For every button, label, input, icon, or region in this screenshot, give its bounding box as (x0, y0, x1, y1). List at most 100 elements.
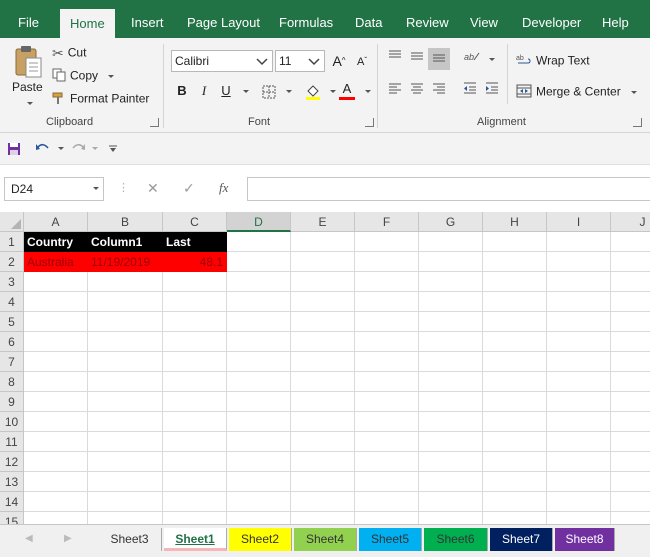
grid-cell[interactable] (483, 272, 547, 292)
grid-cell[interactable] (547, 512, 611, 524)
grid-cell[interactable] (227, 292, 291, 312)
row-header[interactable]: 13 (0, 472, 24, 492)
grid-cell[interactable] (291, 232, 355, 252)
column-header-b[interactable]: B (88, 212, 163, 232)
grid-cell[interactable] (419, 232, 483, 252)
grid-cell[interactable] (611, 452, 650, 472)
grid-cell[interactable] (547, 292, 611, 312)
grid-cell[interactable] (227, 332, 291, 352)
grid-cell[interactable] (547, 492, 611, 512)
grid-cell[interactable] (611, 232, 650, 252)
grid-cell[interactable] (611, 332, 650, 352)
top-align-button[interactable] (384, 48, 406, 70)
grid-cell[interactable] (611, 252, 650, 272)
paste-label[interactable]: Paste (12, 80, 43, 94)
grid-cell[interactable] (88, 352, 163, 372)
grid-cell[interactable] (227, 452, 291, 472)
grid-cell[interactable] (611, 272, 650, 292)
row-header[interactable]: 14 (0, 492, 24, 512)
grid-cell[interactable] (291, 352, 355, 372)
grid-cell[interactable] (227, 412, 291, 432)
sheet-tab-sheet3[interactable]: Sheet3 (98, 528, 162, 551)
grid-cell[interactable] (24, 372, 88, 392)
grid-cell[interactable] (163, 312, 227, 332)
grid-cell[interactable] (419, 392, 483, 412)
grid-cell[interactable] (355, 432, 419, 452)
grid-cell[interactable] (24, 292, 88, 312)
grid-cell[interactable] (419, 412, 483, 432)
decrease-indent-button[interactable] (459, 80, 481, 102)
column-header-h[interactable]: H (483, 212, 547, 232)
select-all-button[interactable] (0, 212, 24, 232)
sheet-tab-sheet4[interactable]: Sheet4 (294, 528, 357, 551)
tab-file[interactable]: File (18, 0, 39, 38)
grid-cell[interactable] (611, 392, 650, 412)
sheet-tab-sheet1[interactable]: Sheet1 (164, 528, 227, 551)
enter-icon[interactable]: ✓ (183, 180, 195, 197)
grid-cell[interactable] (24, 312, 88, 332)
tab-formulas[interactable]: Formulas (279, 0, 333, 38)
scroll-left-icon[interactable]: ◀ (25, 533, 33, 544)
grid-cell[interactable] (547, 392, 611, 412)
grid-cell[interactable] (227, 512, 291, 524)
grid-cell[interactable] (163, 352, 227, 372)
grid-cell[interactable] (419, 512, 483, 524)
grid-cell[interactable] (291, 372, 355, 392)
borders-button[interactable] (258, 80, 280, 102)
clipboard-launcher-icon[interactable] (150, 118, 159, 127)
name-box[interactable]: D24 (4, 177, 104, 201)
grid-cell[interactable] (355, 492, 419, 512)
grid-cell[interactable] (291, 332, 355, 352)
grid-cell[interactable] (355, 312, 419, 332)
grid-cell[interactable] (611, 312, 650, 332)
column-header-c[interactable]: C (163, 212, 227, 232)
orientation-button[interactable]: ab (461, 48, 483, 70)
grid-cell[interactable] (483, 512, 547, 524)
grid-cell[interactable] (611, 412, 650, 432)
grid-cell[interactable] (483, 352, 547, 372)
sheet-tab-sheet6[interactable]: Sheet6 (424, 528, 488, 551)
column-header-g[interactable]: G (419, 212, 483, 232)
increase-indent-button[interactable] (481, 80, 503, 102)
row-header[interactable]: 12 (0, 452, 24, 472)
grid-cell[interactable] (163, 412, 227, 432)
grid-cell[interactable] (547, 372, 611, 392)
grid-cell[interactable] (163, 292, 227, 312)
grid-cell[interactable] (483, 392, 547, 412)
grid-cell[interactable] (163, 472, 227, 492)
grid-cell[interactable] (88, 392, 163, 412)
grid-cell[interactable] (483, 232, 547, 252)
grid-cell[interactable] (24, 392, 88, 412)
grid-cell[interactable] (611, 472, 650, 492)
fill-color-button[interactable] (302, 80, 324, 102)
redo-dropdown-icon[interactable] (92, 147, 98, 150)
italic-button[interactable]: I (193, 80, 215, 102)
grid-cell[interactable] (547, 452, 611, 472)
row-header[interactable]: 15 (0, 512, 24, 524)
grid-cell[interactable] (483, 472, 547, 492)
cell-b2[interactable]: 11/19/2019 (88, 252, 163, 272)
grid-cell[interactable] (355, 332, 419, 352)
grid-cell[interactable] (24, 272, 88, 292)
grid-cell[interactable] (483, 492, 547, 512)
grid-cell[interactable] (227, 352, 291, 372)
grid-cell[interactable] (163, 332, 227, 352)
grid-cell[interactable] (355, 372, 419, 392)
copy-dropdown-icon[interactable] (108, 75, 115, 78)
grid-cell[interactable] (355, 252, 419, 272)
grid-cell[interactable] (419, 252, 483, 272)
column-header-e[interactable]: E (291, 212, 355, 232)
grid-cell[interactable] (163, 512, 227, 524)
grid-cell[interactable] (419, 372, 483, 392)
grid-cell[interactable] (419, 332, 483, 352)
grid-cell[interactable] (227, 492, 291, 512)
tab-data[interactable]: Data (355, 0, 382, 38)
row-header[interactable]: 6 (0, 332, 24, 352)
grid-cell[interactable] (419, 432, 483, 452)
grid-cell[interactable] (547, 432, 611, 452)
grid-cell[interactable] (419, 272, 483, 292)
grid-cell[interactable] (355, 232, 419, 252)
cell-c1[interactable]: Last (163, 232, 227, 252)
tab-help[interactable]: Help (602, 0, 629, 38)
font-size-select[interactable]: 11 (275, 50, 325, 72)
